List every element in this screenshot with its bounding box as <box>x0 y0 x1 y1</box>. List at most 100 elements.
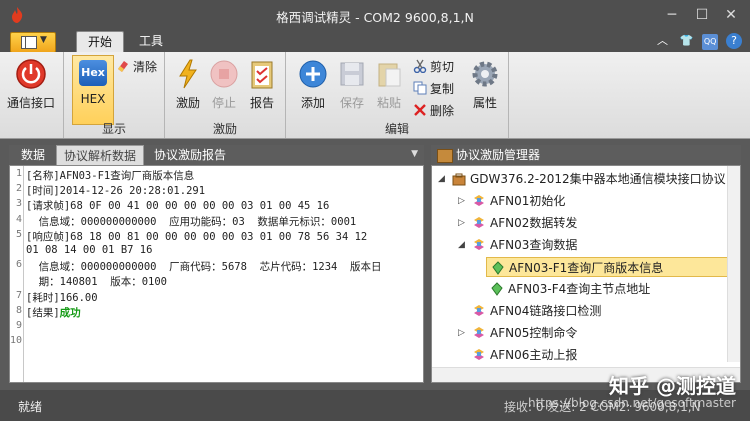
tree-node-label: AFN03-F4查询主节点地址 <box>508 282 651 296</box>
tab-tools[interactable]: 工具 <box>128 31 174 52</box>
collapsed-arrow-icon[interactable]: ▷ <box>458 213 465 233</box>
tree-node[interactable]: ▷ AFN01初始化 <box>432 191 728 211</box>
line-number: 10 <box>10 335 23 347</box>
tree-node-label: AFN03-F1查询厂商版本信息 <box>509 261 664 275</box>
delete-x-icon <box>414 104 426 116</box>
ribbon-right-icons: ︿ 👕 QQ ? <box>651 33 742 50</box>
tree-node[interactable]: ◢ GDW376.2-2012集中器本地通信模块接口协议 <box>432 169 728 189</box>
protocol-group-icon <box>474 217 484 228</box>
close-button[interactable]: ✕ <box>717 5 745 25</box>
toolbox-icon <box>452 173 466 186</box>
code-line: 期：140801 版本：0100 <box>26 274 167 289</box>
line-number: 1 <box>15 168 22 179</box>
window-title: 格西调试精灵 - COM2 9600,8,1,N <box>276 10 474 25</box>
tree-node[interactable]: AFN04链路接口检测 <box>432 301 728 321</box>
protocol-manager-header: 协议激励管理器 <box>431 145 741 165</box>
protocol-tree[interactable]: ◢ GDW376.2-2012集中器本地通信模块接口协议 ▷ AFN01初始化 ▷ AFN… <box>431 165 741 383</box>
tree-node[interactable]: ▷ AFN05控制命令 <box>432 323 728 343</box>
dropdown-arrow-icon[interactable]: ▼ <box>411 149 418 159</box>
clear-label: 清除 <box>133 60 158 74</box>
report-button[interactable]: 报告 <box>239 56 285 118</box>
green-gem-icon <box>492 261 504 275</box>
tree-node[interactable]: AFN03-F1查询厂商版本信息 <box>486 257 728 277</box>
expanded-arrow-icon[interactable]: ◢ <box>458 235 465 255</box>
qq-icon[interactable]: QQ <box>702 34 719 50</box>
url-watermark: https://blog.csdn.net/gesoftmaster <box>528 396 736 410</box>
code-line: [请求帧]68 0F 00 41 00 00 00 00 00 03 01 00… <box>26 198 329 213</box>
title-bar: 格西调试精灵 - COM2 9600,8,1,N ─ ☐ ✕ <box>0 0 750 30</box>
tab-start[interactable]: 开始 <box>76 31 124 53</box>
stop-icon <box>210 60 238 88</box>
help-icon[interactable]: ? <box>726 33 742 49</box>
protocol-group-icon <box>474 349 484 360</box>
paste-button[interactable]: 粘贴 <box>366 56 412 118</box>
comm-port-label: 通信接口 <box>6 96 55 110</box>
app-menu-button[interactable]: ▼ <box>10 32 56 53</box>
group-display: Hex HEX 清除 显示 <box>64 52 165 138</box>
tree-node[interactable]: ▷ AFN02数据转发 <box>432 213 728 233</box>
data-panel: 数据 协议解析数据 协议激励报告 ▼ 1 [名称]AFN03-F1查询厂商版本信息… <box>9 145 424 383</box>
group-display-label: 显示 <box>101 122 126 136</box>
expanded-arrow-icon[interactable]: ◢ <box>438 169 445 189</box>
cut-button[interactable]: 剪切 <box>413 58 454 76</box>
ribbon-tab-bar: ▼ 开始 工具 ︿ 👕 QQ ? <box>0 30 750 53</box>
scissors-icon <box>413 59 427 73</box>
paste-icon <box>378 63 401 87</box>
group-stimulus: 激励 停止 报告 激励 <box>165 52 286 138</box>
result-success: 成功 <box>59 306 81 319</box>
zhihu-watermark: 知乎 @测控道 <box>609 374 736 398</box>
tree-node[interactable]: AFN06主动上报 <box>432 345 728 365</box>
code-line-text: [响应帧]68 18 00 81 00 00 00 00 00 03 01 00… <box>26 230 368 243</box>
gear-icon <box>472 61 498 87</box>
tree-node-label: AFN03查询数据 <box>490 238 578 252</box>
tree-node[interactable]: ◢ AFN03查询数据 <box>432 235 728 255</box>
delete-label: 删除 <box>430 104 455 118</box>
tree-node-label: AFN05控制命令 <box>490 326 578 340</box>
tree-node[interactable]: AFN03-F4查询主节点地址 <box>432 279 728 299</box>
maximize-button[interactable]: ☐ <box>688 5 716 25</box>
toolbox-icon <box>437 149 453 163</box>
comm-port-button[interactable]: 通信接口 <box>7 56 55 118</box>
clear-button[interactable]: 清除 <box>116 58 157 76</box>
tab-protocol-report[interactable]: 协议激励报告 <box>147 145 233 165</box>
collapsed-arrow-icon[interactable]: ▷ <box>458 323 465 343</box>
add-icon <box>299 60 327 88</box>
shirt-theme-icon[interactable]: 👕 <box>678 33 694 49</box>
delete-button[interactable]: 删除 <box>413 102 454 120</box>
parse-output-editor[interactable]: 1 [名称]AFN03-F1查询厂商版本信息 2 [时间]2014-12-26 20:… <box>9 165 424 383</box>
code-line: [时间]2014-12-26 20:28:01.291 <box>26 183 205 198</box>
collapse-ribbon-icon[interactable]: ︿ <box>655 33 671 49</box>
tab-protocol-parse[interactable]: 协议解析数据 <box>56 145 144 166</box>
protocol-group-icon <box>474 305 484 316</box>
tree-node-label: AFN01初始化 <box>490 194 566 208</box>
copy-button[interactable]: 复制 <box>413 80 454 98</box>
tab-data[interactable]: 数据 <box>15 145 51 165</box>
code-line-text: 信息域：000000000000 厂商代码：5678 芯片代码：1234 版本日 <box>26 261 382 274</box>
group-edit-label: 编辑 <box>384 122 409 136</box>
protocol-manager-title: 协议激励管理器 <box>456 148 541 162</box>
code-line: 信息域：000000000000 应用功能码：03 数据单元标识：0001 <box>26 214 357 229</box>
code-line-text: [请求帧]68 0F 00 41 00 00 00 00 00 03 01 00… <box>26 200 330 213</box>
report-clipboard-icon <box>251 61 273 89</box>
group-comm: 通信接口 <box>0 52 64 138</box>
tree-vertical-scrollbar[interactable] <box>727 166 740 362</box>
group-edit: 添加 保存 粘贴 剪切 复制 删除 属性 编辑 <box>286 52 509 138</box>
tree-node-label: AFN02数据转发 <box>490 216 578 230</box>
protocol-manager-panel: 协议激励管理器 ◢ GDW376.2-2012集中器本地通信模块接口协议 ▷ AFN0… <box>431 145 741 383</box>
code-line: [耗时]166.00 <box>26 290 98 305</box>
collapsed-arrow-icon[interactable]: ▷ <box>458 191 465 211</box>
hex-button[interactable]: Hex HEX <box>72 55 114 125</box>
properties-button[interactable]: 属性 <box>462 56 508 118</box>
status-ready: 就绪 <box>18 400 43 414</box>
line-number: 8 <box>15 304 22 316</box>
line-number: 2 <box>15 183 22 195</box>
minimize-button[interactable]: ─ <box>658 5 686 25</box>
line-number: 6 <box>15 259 22 271</box>
protocol-group-icon <box>474 239 484 250</box>
power-icon <box>16 59 46 89</box>
line-number: 9 <box>15 320 22 331</box>
code-line-text: [耗时]166.00 <box>26 291 98 304</box>
protocol-group-icon <box>474 327 484 338</box>
line-number: 3 <box>15 198 22 210</box>
eraser-icon <box>118 61 128 72</box>
